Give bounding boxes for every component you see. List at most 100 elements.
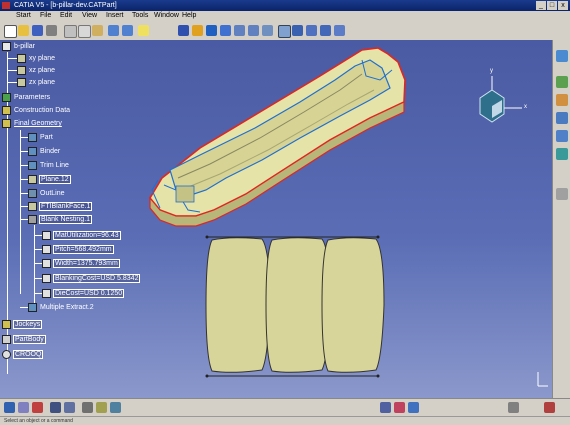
undo-icon[interactable] — [108, 25, 119, 36]
blank-face-icon — [28, 202, 37, 211]
swap-space-icon[interactable] — [334, 25, 345, 36]
nested-blank-1[interactable] — [205, 237, 271, 373]
tree-item-xz-plane[interactable]: xz plane — [17, 66, 56, 75]
tree-item-crooq[interactable]: CROOQ — [2, 350, 44, 359]
tree-item-pitch[interactable]: Pitch=568.492mm — [42, 245, 114, 254]
plane-icon — [17, 54, 26, 63]
tree-root[interactable]: b-pillar — [2, 42, 36, 51]
part-icon — [2, 42, 11, 51]
menu-start[interactable]: Start — [16, 12, 31, 19]
tree-item-blanking-cost[interactable]: BlankingCost=USD 5.8342 — [42, 274, 141, 283]
close-button[interactable]: x — [558, 1, 568, 10]
extract-tool-icon[interactable] — [556, 148, 568, 160]
nested-blank-2[interactable] — [265, 237, 331, 373]
shading-icon[interactable] — [306, 25, 317, 36]
compass-y-label: y — [490, 68, 493, 74]
tree-item-width[interactable]: Width=1375.793mm — [42, 259, 120, 268]
nested-blank-3[interactable] — [321, 237, 385, 373]
tree-item-parameters[interactable]: Parameters — [2, 93, 51, 102]
zoom-out-icon[interactable] — [248, 25, 259, 36]
3d-viewport[interactable]: b-pillar xy plane xz plane zx plane Para… — [0, 40, 552, 398]
nesting-tool-icon[interactable] — [556, 76, 568, 88]
menu-bar: Start File Edit View Insert Tools Window… — [0, 11, 570, 22]
tree-item-construction-data[interactable]: Construction Data — [2, 106, 71, 115]
normal-view-icon[interactable] — [262, 25, 273, 36]
iso-view-icon[interactable] — [292, 25, 303, 36]
measure-tool-icon[interactable] — [556, 188, 568, 200]
redo-icon[interactable] — [122, 25, 133, 36]
snap-icon[interactable] — [64, 402, 75, 413]
compass-widget[interactable]: y x — [472, 68, 532, 128]
menu-edit[interactable]: Edit — [60, 12, 72, 19]
parameter-icon — [42, 274, 51, 283]
save-icon[interactable] — [32, 25, 43, 36]
menu-window[interactable]: Window — [154, 12, 179, 19]
tree-item-partbody[interactable]: PartBody — [2, 335, 46, 344]
select-icon[interactable] — [50, 402, 61, 413]
new-file-icon[interactable] — [4, 25, 17, 38]
compass-x-label: x — [524, 104, 527, 110]
tree-item-die-cost[interactable]: DieCost=USD 0.1250 — [42, 289, 125, 298]
zoom-in-icon[interactable] — [234, 25, 245, 36]
extract-icon — [28, 303, 37, 312]
surface-tool-icon[interactable] — [556, 112, 568, 124]
paste-icon[interactable] — [92, 25, 103, 36]
window-title: CATIA V5 - [b-pillar-dev.CATPart] — [14, 2, 117, 9]
open-file-icon[interactable] — [18, 25, 29, 36]
fit-all-icon[interactable] — [192, 25, 203, 36]
minimize-button[interactable]: _ — [536, 1, 546, 10]
tree-item-final-geometry[interactable]: Final Geometry — [2, 119, 63, 128]
multi-view-icon[interactable] — [278, 25, 291, 38]
tree-item-plane-12[interactable]: Plane.12 — [28, 175, 71, 184]
tree-item-mat-utilization[interactable]: MatUtilization=96.43 — [42, 231, 121, 240]
analysis-icon[interactable] — [96, 402, 107, 413]
surface-icon — [28, 133, 37, 142]
blank-tool-icon[interactable] — [556, 94, 568, 106]
catalog-icon[interactable] — [380, 402, 391, 413]
tree-item-trim-line[interactable]: Trim Line — [28, 161, 70, 170]
specification-tree: b-pillar xy plane xz plane zx plane Para… — [0, 40, 200, 398]
material-icon[interactable] — [394, 402, 405, 413]
tree-item-part[interactable]: Part — [28, 133, 54, 142]
properties-icon[interactable] — [508, 402, 519, 413]
cut-icon[interactable] — [64, 25, 77, 38]
tree-item-outline[interactable]: OutLine — [28, 189, 66, 198]
title-bar: CATIA V5 - [b-pillar-dev.CATPart] _ □ x — [0, 0, 570, 11]
plane-icon — [17, 78, 26, 87]
copy-icon[interactable] — [78, 25, 91, 38]
pan-icon[interactable] — [206, 25, 217, 36]
print-icon[interactable] — [46, 25, 57, 36]
tree-item-binder[interactable]: Binder — [28, 147, 61, 156]
maximize-button[interactable]: □ — [547, 1, 557, 10]
curve-tool-icon[interactable] — [556, 130, 568, 142]
parameter-icon — [42, 231, 51, 240]
formula-icon[interactable] — [18, 402, 29, 413]
menu-tools[interactable]: Tools — [132, 12, 148, 19]
tree-item-zx-plane[interactable]: zx plane — [17, 78, 56, 87]
measure-icon[interactable] — [82, 402, 93, 413]
stop-icon[interactable] — [544, 402, 555, 413]
tree-item-multiple-extract[interactable]: Multiple Extract.2 — [28, 303, 95, 312]
workbench-toolbar — [552, 40, 570, 398]
curve-icon — [28, 161, 37, 170]
hide-show-icon[interactable] — [320, 25, 331, 36]
menu-file[interactable]: File — [40, 12, 51, 19]
rotate-icon[interactable] — [220, 25, 231, 36]
parameter-icon — [42, 259, 51, 268]
knowledge-icon[interactable] — [408, 402, 419, 413]
surface-icon — [28, 147, 37, 156]
tree-item-ftiblankface[interactable]: FTIBlankFace.1 — [28, 202, 93, 211]
fly-mode-icon[interactable] — [178, 25, 189, 36]
tree-item-blank-nesting[interactable]: Blank Nesting.1 — [28, 215, 93, 224]
function-icon[interactable] — [4, 402, 15, 413]
blank-nesting-layout[interactable] — [205, 235, 385, 378]
menu-help[interactable]: Help — [182, 12, 196, 19]
rule-icon[interactable] — [32, 402, 43, 413]
sketcher-icon[interactable] — [110, 402, 121, 413]
tree-item-jockeys[interactable]: Jockeys — [2, 320, 43, 329]
menu-insert[interactable]: Insert — [106, 12, 124, 19]
menu-view[interactable]: View — [82, 12, 97, 19]
whats-this-icon[interactable] — [138, 25, 149, 36]
tree-item-xy-plane[interactable]: xy plane — [17, 54, 56, 63]
workbench-icon[interactable] — [556, 50, 568, 62]
